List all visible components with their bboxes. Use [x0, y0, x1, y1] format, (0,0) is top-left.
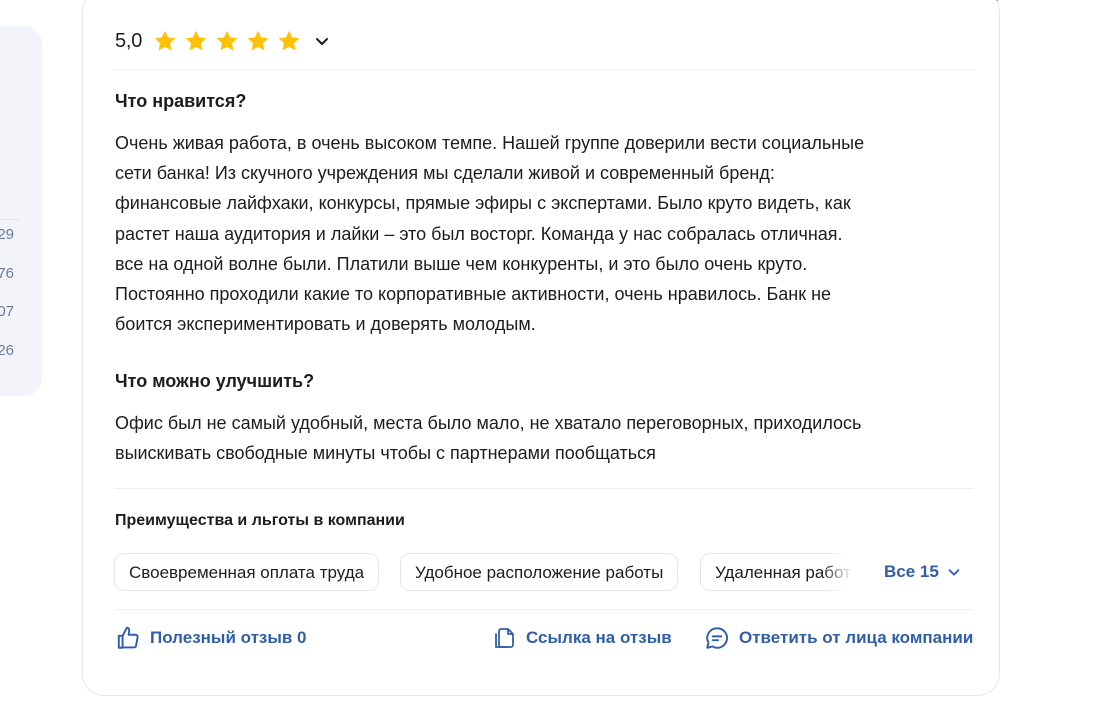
star-icon — [247, 30, 269, 51]
copy-link-icon — [495, 628, 514, 648]
divider — [115, 488, 973, 489]
review-link-label: Ссылка на отзыв — [526, 628, 672, 647]
rating-stars — [152, 29, 302, 53]
helpful-review-button[interactable]: Полезный отзыв 0 — [115, 625, 307, 651]
all-benefits-label: Все 15 — [884, 562, 939, 581]
text-line: выискивать свободные минуты чтобы с парт… — [115, 443, 656, 464]
improve-title: Что можно улучшить? — [115, 371, 315, 391]
likes-title: Что нравится? — [115, 91, 247, 111]
text-line: Очень живая работа, в очень высоком темп… — [115, 133, 865, 153]
rating-value: 5,0 — [115, 29, 143, 52]
text-line: Постоянно проходили какие то корпоративн… — [115, 284, 832, 305]
sidebar-card — [0, 26, 42, 396]
text-line: все на одной волне были. Платили выше че… — [115, 253, 808, 274]
text-line: финансовые лайфхаки, конкурсы, прямые эф… — [115, 193, 851, 214]
helpful-review-label: Полезный отзыв 0 — [150, 628, 307, 647]
divider — [115, 609, 973, 610]
chips-fade — [822, 553, 854, 593]
rating-row: 5,0 — [115, 29, 330, 53]
likes-text: Очень живая работа, в очень высоком темп… — [115, 128, 985, 339]
benefit-chips: Своевременная оплата труда Удобное распо… — [114, 553, 854, 593]
star-icon — [185, 30, 207, 51]
text-line: Офис был не самый удобный, места было ма… — [115, 413, 862, 433]
thumbs-up-icon — [117, 626, 139, 649]
sidebar-value: 26 — [0, 342, 14, 359]
chevron-down-icon[interactable] — [314, 33, 330, 49]
text-line: сети банка! Из скучного учреждения мы сд… — [115, 163, 775, 184]
text-line: растет наша аудитория и лайки – это был … — [115, 223, 843, 244]
benefit-chip[interactable]: Своевременная оплата труда — [114, 553, 380, 591]
reply-as-company-label: Ответить от лица компании — [739, 628, 974, 647]
chat-bubble-icon — [706, 627, 729, 649]
sidebar-value: 29 — [0, 226, 14, 243]
sidebar-value: 07 — [0, 303, 14, 320]
reply-as-company-button[interactable]: Ответить от лица компании — [704, 625, 973, 651]
star-icon — [154, 30, 176, 51]
review-link-button[interactable]: Ссылка на отзыв — [493, 625, 672, 651]
sidebar-divider — [0, 219, 20, 220]
review-card: 5,0 Что нравится? Очень живая работа, в … — [82, 0, 1000, 696]
star-icon — [216, 30, 238, 51]
text-line: боится экспериментировать и доверять мол… — [115, 314, 536, 335]
improve-text: Офис был не самый удобный, места было ма… — [115, 408, 985, 468]
divider — [115, 69, 973, 70]
star-icon — [278, 30, 300, 51]
benefits-title: Преимущества и льготы в компании — [115, 512, 405, 529]
sidebar-value: 76 — [0, 265, 14, 282]
chevron-down-icon — [948, 569, 960, 576]
all-benefits-button[interactable]: Все 15 — [884, 562, 961, 582]
benefit-chip[interactable]: Удобное расположение работы — [400, 553, 679, 591]
